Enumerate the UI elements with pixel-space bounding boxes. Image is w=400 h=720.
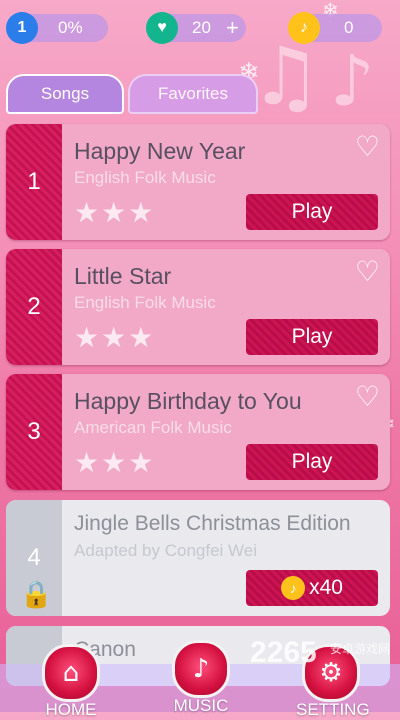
- favorite-heart-icon[interactable]: ♡: [355, 130, 380, 163]
- star-rating: ★★★: [74, 196, 156, 229]
- coins-count: 0: [344, 18, 354, 37]
- play-button[interactable]: Play: [246, 194, 378, 230]
- coins-pill: ♪ 0: [288, 12, 382, 44]
- favorite-heart-icon[interactable]: ♡: [355, 380, 380, 413]
- coin-icon: ♪: [288, 12, 320, 44]
- play-button[interactable]: Play: [246, 319, 378, 355]
- nav-music[interactable]: ♪ MUSIC: [170, 640, 232, 716]
- coin-icon: ♪: [281, 576, 306, 600]
- star-rating: ★★★: [74, 446, 156, 479]
- song-number: 3: [6, 374, 62, 490]
- song-artist: English Folk Music: [74, 168, 216, 187]
- unlock-price: x40: [309, 576, 343, 599]
- level-badge: 1: [6, 12, 38, 44]
- song-title: Happy Birthday to You: [74, 388, 302, 414]
- favorite-heart-icon[interactable]: ♡: [355, 255, 380, 288]
- lives-pill: ♥ 20 +: [146, 12, 246, 44]
- nav-home[interactable]: ⌂ HOME: [40, 644, 102, 720]
- lock-icon: 🔒: [20, 580, 53, 610]
- heart-icon: ♥: [146, 12, 178, 44]
- song-card[interactable]: 2 Little Star English Folk Music ★★★ ♡ P…: [6, 249, 390, 365]
- song-artist: American Folk Music: [74, 418, 232, 437]
- play-button[interactable]: Play: [246, 444, 378, 480]
- star-rating: ★★★: [74, 321, 156, 354]
- add-lives-button[interactable]: +: [226, 15, 239, 41]
- song-card[interactable]: 3 Happy Birthday to You American Folk Mu…: [6, 374, 390, 490]
- tab-songs[interactable]: Songs: [6, 74, 124, 114]
- tab-favorites[interactable]: Favorites: [128, 74, 258, 114]
- level-progress-pill: 1 0%: [6, 12, 108, 44]
- song-number: 1: [6, 124, 62, 240]
- nav-music-label: MUSIC: [173, 696, 229, 715]
- nav-home-label: HOME: [45, 700, 97, 719]
- home-icon: ⌂: [42, 644, 100, 702]
- song-title: Little Star: [74, 263, 172, 289]
- song-card[interactable]: 1 Happy New Year English Folk Music ★★★ …: [6, 124, 390, 240]
- song-title: Happy New Year: [74, 138, 246, 164]
- song-card-locked[interactable]: 4 🔒 Jingle Bells Christmas Edition Adapt…: [6, 500, 390, 616]
- song-artist: English Folk Music: [74, 293, 216, 312]
- song-number: 2: [6, 249, 62, 365]
- music-note-decoration: ♪: [330, 40, 375, 122]
- unlock-button[interactable]: ♪ x40: [246, 570, 378, 606]
- song-artist: Adapted by Congfei Wei: [74, 541, 258, 560]
- lives-count: 20: [192, 18, 211, 37]
- nav-setting-label: SETTING: [296, 700, 370, 719]
- music-note-decoration: ♫: [250, 30, 322, 123]
- progress-text: 0%: [58, 18, 83, 37]
- song-title: Jingle Bells Christmas Edition: [74, 512, 351, 535]
- watermark-text: 安卓游戏网: [330, 642, 391, 656]
- music-note-icon: ♪: [172, 640, 230, 698]
- watermark-logo: 2265: [250, 636, 317, 669]
